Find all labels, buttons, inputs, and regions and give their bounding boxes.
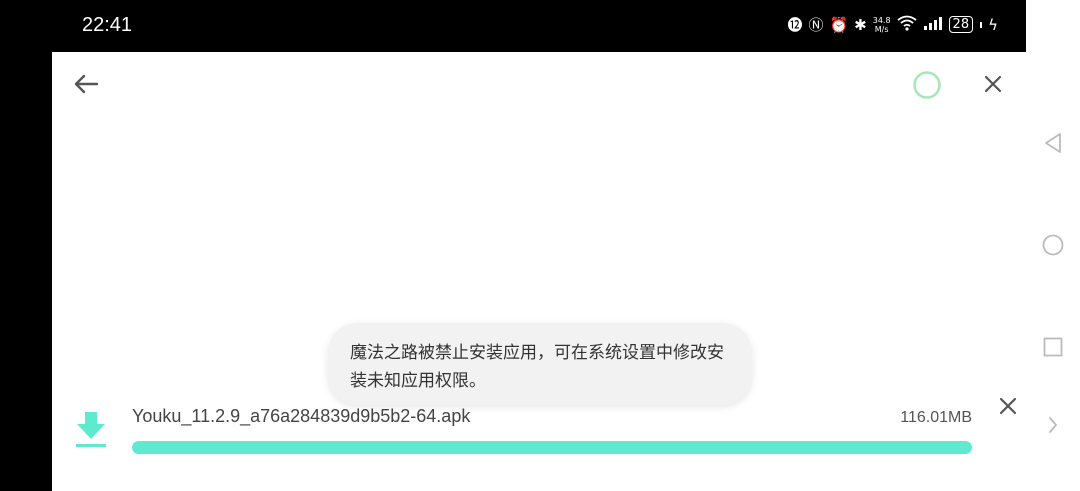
- battery-nub: [980, 21, 983, 28]
- cancel-download-button[interactable]: [995, 393, 1021, 419]
- wifi-icon: [896, 15, 917, 35]
- battery-level: 28: [952, 17, 970, 32]
- status-bar: 22:41 ⓬ Ⓝ ⏰ ✱ 34.8 M/s 28 ϟ: [52, 0, 1026, 52]
- chevron-right-icon: [1049, 417, 1057, 433]
- nav-back-button[interactable]: [1040, 130, 1066, 156]
- data-usage-icon: ⓬: [787, 16, 803, 34]
- progress-ring-icon: [913, 71, 941, 99]
- close-button[interactable]: [980, 71, 1006, 97]
- close-icon: [999, 397, 1017, 415]
- network-speed-unit: M/s: [874, 24, 889, 34]
- square-recents-icon: [1043, 337, 1063, 357]
- nav-recents-button[interactable]: [1040, 334, 1066, 360]
- arrow-left-icon: [74, 74, 99, 94]
- download-progress-fill: [132, 441, 972, 454]
- navigation-bar: [1026, 0, 1080, 491]
- install-blocked-toast: 魔法之路被禁止安装应用，可在系统设置中修改安装未知应用权限。: [328, 323, 752, 405]
- bluetooth-icon: ✱: [854, 15, 867, 34]
- nav-home-button[interactable]: [1040, 232, 1066, 258]
- download-icon: [76, 412, 106, 447]
- status-time: 22:41: [82, 14, 133, 36]
- network-speed-value: 34.8: [872, 15, 891, 25]
- triangle-back-icon: [1045, 133, 1061, 153]
- close-icon: [984, 75, 1002, 93]
- download-file-name: Youku_11.2.9_a76a284839d9b5b2-64.apk: [132, 406, 471, 426]
- circle-home-icon: [1042, 234, 1064, 256]
- toast-message: 魔法之路被禁止安装应用，可在系统设置中修改安装未知应用权限。: [350, 343, 724, 391]
- download-file-size: 116.01MB: [900, 409, 972, 426]
- status-icons: ⓬ Ⓝ ⏰ ✱ 34.8 M/s 28 ϟ: [787, 14, 998, 35]
- download-page: 魔法之路被禁止安装应用，可在系统设置中修改安装未知应用权限。 Youku_11.…: [52, 52, 1026, 491]
- back-button[interactable]: [70, 70, 102, 98]
- nfc-icon: Ⓝ: [808, 16, 824, 34]
- download-progress-bar: [132, 441, 972, 454]
- signal-icon: [923, 16, 943, 34]
- network-speed: 34.8 M/s: [873, 16, 891, 34]
- charging-icon: ϟ: [988, 15, 998, 34]
- nav-expand-button[interactable]: [1040, 412, 1066, 438]
- battery-icon: 28: [948, 16, 974, 33]
- alarm-icon: ⏰: [829, 15, 849, 34]
